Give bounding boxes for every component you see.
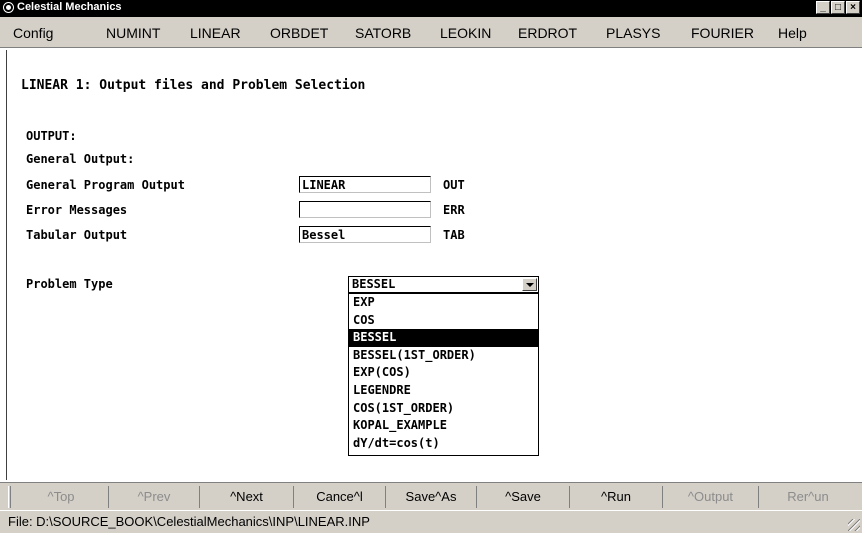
save-button[interactable]: ^Save [477, 486, 570, 508]
run-button[interactable]: ^Run [570, 486, 663, 508]
dropdown-arrow-icon[interactable] [522, 278, 537, 291]
window-controls: _ □ × [816, 1, 860, 14]
general-output-label: General Output: [26, 152, 135, 166]
menu-config[interactable]: Config [13, 25, 53, 41]
menu-help[interactable]: Help [778, 25, 807, 41]
panel-heading: LINEAR 1: Output files and Problem Selec… [21, 78, 366, 93]
next-button[interactable]: ^Next [200, 486, 294, 508]
resize-grip-icon[interactable] [848, 519, 860, 531]
general-program-output-label: General Program Output [26, 178, 185, 192]
bottom-toolbar: ^Top ^Prev ^Next Cance^l Save^As ^Save ^… [0, 482, 862, 511]
tabular-output-ext: TAB [443, 228, 465, 242]
option-bessel[interactable]: BESSEL [349, 329, 538, 347]
status-file-path: File: D:\SOURCE_BOOK\CelestialMechanics\… [8, 514, 370, 529]
app-icon[interactable] [3, 2, 14, 13]
error-messages-ext: ERR [443, 203, 465, 217]
cancel-button[interactable]: Cance^l [294, 486, 386, 508]
close-button[interactable]: × [846, 1, 860, 14]
maximize-button[interactable]: □ [831, 1, 845, 14]
menu-plasys[interactable]: PLASYS [606, 25, 660, 41]
menu-leokin[interactable]: LEOKIN [440, 25, 491, 41]
option-cos[interactable]: COS [349, 312, 538, 330]
option-cos-1st-order[interactable]: COS(1ST_ORDER) [349, 400, 538, 418]
option-legendre[interactable]: LEGENDRE [349, 382, 538, 400]
minimize-button[interactable]: _ [816, 1, 830, 14]
option-exp[interactable]: EXP [349, 294, 538, 312]
status-bar: File: D:\SOURCE_BOOK\CelestialMechanics\… [0, 510, 862, 533]
toolbar-grip[interactable] [8, 486, 11, 508]
rerun-button[interactable]: Rer^un [759, 486, 857, 508]
tabular-output-field[interactable] [299, 226, 431, 243]
general-program-output-ext: OUT [443, 178, 465, 192]
title-bar: Celestial Mechanics _ □ × [0, 0, 862, 17]
option-dy-dt-cos[interactable]: dY/dt=cos(t) [349, 435, 538, 453]
prev-button[interactable]: ^Prev [109, 486, 200, 508]
tabular-output-label: Tabular Output [26, 228, 128, 242]
menu-satorb[interactable]: SATORB [355, 25, 411, 41]
main-panel: LINEAR 1: Output files and Problem Selec… [6, 50, 862, 480]
top-button[interactable]: ^Top [14, 486, 109, 508]
menu-numint[interactable]: NUMINT [106, 25, 160, 41]
option-kopal-example[interactable]: KOPAL_EXAMPLE [349, 417, 538, 435]
problem-type-select[interactable]: BESSEL [348, 276, 539, 293]
menu-fourier[interactable]: FOURIER [691, 25, 754, 41]
problem-type-label: Problem Type [26, 277, 113, 291]
save-as-button[interactable]: Save^As [386, 486, 477, 508]
menu-orbdet[interactable]: ORBDET [270, 25, 328, 41]
problem-type-value: BESSEL [352, 277, 396, 291]
output-label: OUTPUT: [26, 129, 77, 143]
general-program-output-field[interactable] [299, 176, 431, 193]
menu-linear[interactable]: LINEAR [190, 25, 241, 41]
option-bessel-1st-order[interactable]: BESSEL(1ST_ORDER) [349, 347, 538, 365]
menu-erdrot[interactable]: ERDROT [518, 25, 577, 41]
problem-type-dropdown: EXP COS BESSEL BESSEL(1ST_ORDER) EXP(COS… [348, 293, 539, 456]
option-exp-cos[interactable]: EXP(COS) [349, 364, 538, 382]
menu-bar: Config NUMINT LINEAR ORBDET SATORB LEOKI… [0, 17, 862, 48]
window-title: Celestial Mechanics [17, 1, 122, 13]
output-button[interactable]: ^Output [663, 486, 759, 508]
error-messages-label: Error Messages [26, 203, 128, 217]
error-messages-field[interactable] [299, 201, 431, 218]
